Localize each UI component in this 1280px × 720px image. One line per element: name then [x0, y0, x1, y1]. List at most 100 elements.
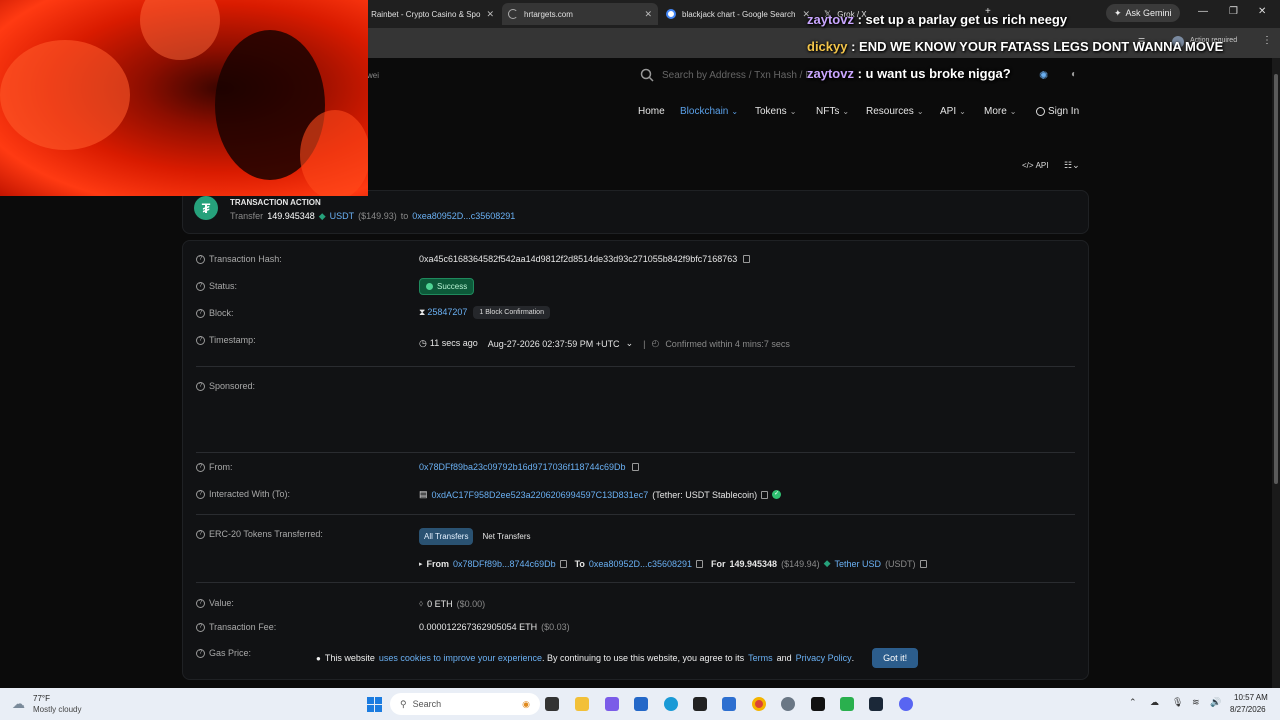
windows-taskbar: ☁ 77°F Mostly cloudy ⚲ Search ◉ ⌃ ☁ 🎙 ≋ … — [0, 688, 1280, 720]
close-icon[interactable]: ✕ — [486, 9, 494, 20]
nav-tokens[interactable]: Tokens ⌄ — [755, 106, 796, 117]
copy-icon[interactable] — [919, 559, 927, 568]
chat-username: zaytovz — [807, 12, 854, 27]
nav-more[interactable]: More ⌄ — [984, 106, 1017, 117]
theme-toggle-icon[interactable]: ◐ — [1071, 69, 1077, 80]
contract-address-link[interactable]: 0xdAC17F958D2ee523a2206206994597C13D831e… — [432, 490, 649, 500]
tab-rainbet[interactable]: Rainbet - Crypto Casino & Spo ✕ — [358, 3, 500, 25]
weather-desc[interactable]: Mostly cloudy — [33, 705, 81, 714]
sign-in-link[interactable]: Sign In — [1036, 106, 1079, 117]
weather-temp[interactable]: 77°F — [33, 694, 50, 703]
edge-icon[interactable] — [664, 697, 678, 711]
chrome-icon[interactable] — [752, 697, 766, 711]
code-icon: </> — [1022, 161, 1034, 170]
api-link[interactable]: </> API — [1022, 161, 1048, 170]
copy-icon[interactable] — [743, 255, 751, 263]
store-icon[interactable] — [722, 697, 736, 711]
copy-icon[interactable] — [559, 559, 567, 568]
maximize-icon[interactable]: ❐ — [1229, 6, 1238, 17]
got-it-button[interactable]: Got it! — [872, 648, 919, 668]
tab-all-transfers[interactable]: All Transfers — [419, 528, 474, 545]
nav-nfts[interactable]: NFTs ⌄ — [816, 106, 849, 117]
settings-icon[interactable] — [781, 697, 795, 711]
eth-network-icon[interactable]: ✺ — [1039, 69, 1048, 82]
task-view-icon[interactable] — [545, 697, 559, 711]
nav-blockchain[interactable]: Blockchain ⌄ — [680, 106, 738, 117]
fee-usd: ($0.03) — [541, 622, 570, 632]
nav-api[interactable]: API ⌄ — [940, 106, 966, 117]
epic-games-icon[interactable] — [693, 697, 707, 711]
privacy-link[interactable]: Privacy Policy — [796, 653, 852, 663]
clock-time[interactable]: 10:57 AM — [1234, 693, 1268, 702]
chat-message: zaytovz : set up a parlay get us rich ne… — [807, 12, 1067, 27]
scrollbar-thumb[interactable] — [1274, 74, 1278, 484]
terminal-icon[interactable] — [811, 697, 825, 711]
erc20-transfer-row: ▸ From 0x78DFf89b...8744c69Db To 0xea809… — [419, 558, 927, 569]
nav-home[interactable]: Home — [638, 106, 665, 117]
timestamp-date[interactable]: Aug-27-2026 02:37:59 PM +UTC — [488, 339, 620, 349]
status-value: Success — [419, 278, 475, 295]
value-amount: 0 ETH — [427, 598, 453, 609]
copy-icon[interactable] — [761, 490, 769, 499]
value-value: ⬨ 0 ETH ($0.00) — [419, 598, 485, 609]
outlook-icon[interactable] — [634, 697, 648, 711]
erc20-to-link[interactable]: 0xea80952D...c35608291 — [589, 559, 692, 569]
taskbar-search-input[interactable]: Search — [413, 699, 442, 709]
site-search[interactable]: Search by Address / Txn Hash / B — [640, 68, 812, 82]
tether-icon: ◆ — [318, 211, 326, 221]
from-address-link[interactable]: 0x78DFf89ba23c09792b16d9717036f118744c69… — [419, 462, 626, 472]
close-icon[interactable]: ✕ — [644, 9, 652, 20]
copilot-icon[interactable] — [605, 697, 619, 711]
terms-link[interactable]: Terms — [748, 653, 773, 663]
tab-hrtargets[interactable]: hrtargets.com ✕ — [502, 3, 658, 25]
block-link[interactable]: 25847207 — [427, 307, 467, 318]
token-name-link[interactable]: Tether USD — [835, 559, 882, 569]
chevron-up-icon[interactable]: ⌃ — [1129, 697, 1137, 708]
windows-start-icon[interactable] — [367, 697, 382, 712]
ask-gemini-button[interactable]: ✦ Ask Gemini — [1106, 4, 1180, 22]
webcam-overlay — [0, 0, 368, 196]
label-text: ERC-20 Tokens Transferred: — [209, 529, 323, 539]
webcam-light — [140, 0, 220, 60]
from-label: ? From: — [196, 462, 233, 472]
label-text: Transaction Hash: — [209, 254, 282, 264]
steam-icon[interactable] — [869, 697, 883, 711]
sign-in-label: Sign In — [1048, 106, 1080, 117]
cookie-text: . — [851, 653, 855, 663]
tab-google-search[interactable]: blackjack chart - Google Search ✕ — [660, 3, 816, 25]
cookie-policy-link[interactable]: uses cookies to improve your experience — [379, 653, 542, 663]
discord-icon[interactable] — [899, 697, 913, 711]
token-link[interactable]: USDT — [330, 211, 355, 222]
label-text: Gas Price: — [209, 648, 252, 658]
search-input[interactable]: Search by Address / Txn Hash / B — [662, 70, 812, 81]
app-icon[interactable] — [840, 697, 854, 711]
copy-icon[interactable] — [631, 463, 639, 471]
minimize-icon[interactable]: — — [1198, 6, 1208, 17]
check-circle-icon — [426, 283, 433, 290]
chevron-down-icon[interactable]: ⌄ — [626, 338, 634, 349]
action-to-word: to — [400, 211, 409, 221]
page-scrollbar[interactable] — [1272, 58, 1280, 688]
nav-label: Tokens — [755, 106, 787, 117]
volume-icon[interactable]: 🔊 — [1210, 697, 1221, 708]
nav-resources[interactable]: Resources ⌄ — [866, 106, 924, 117]
file-explorer-icon[interactable] — [575, 697, 589, 711]
tab-net-transfers[interactable]: Net Transfers — [477, 528, 535, 545]
weather-icon: ☁ — [12, 696, 25, 711]
close-window-icon[interactable]: ✕ — [1258, 6, 1266, 17]
block-value: ⧗ 25847207 1 Block Confirmation — [419, 306, 550, 319]
wifi-icon[interactable]: ≋ — [1192, 697, 1200, 708]
view-options-icon[interactable]: ☷⌄ — [1064, 160, 1080, 171]
webcam-glare — [0, 40, 130, 150]
kebab-menu-icon[interactable]: ⋮ — [1262, 35, 1272, 46]
action-to-address[interactable]: 0xea80952D...c35608291 — [412, 211, 515, 222]
erc20-from-link[interactable]: 0x78DFf89b...8744c69Db — [453, 559, 556, 569]
cloud-icon[interactable]: ☁ — [1150, 697, 1159, 708]
fee-label: ? Transaction Fee: — [196, 622, 276, 632]
microphone-icon[interactable]: 🎙 — [1172, 697, 1183, 708]
copy-icon[interactable] — [696, 559, 704, 568]
chat-text: : set up a parlay get us rich neegy — [853, 12, 1068, 27]
contract-icon: ▤ — [419, 489, 428, 499]
clock-date[interactable]: 8/27/2026 — [1230, 705, 1266, 714]
taskbar-search[interactable]: ⚲ Search ◉ — [390, 693, 540, 715]
